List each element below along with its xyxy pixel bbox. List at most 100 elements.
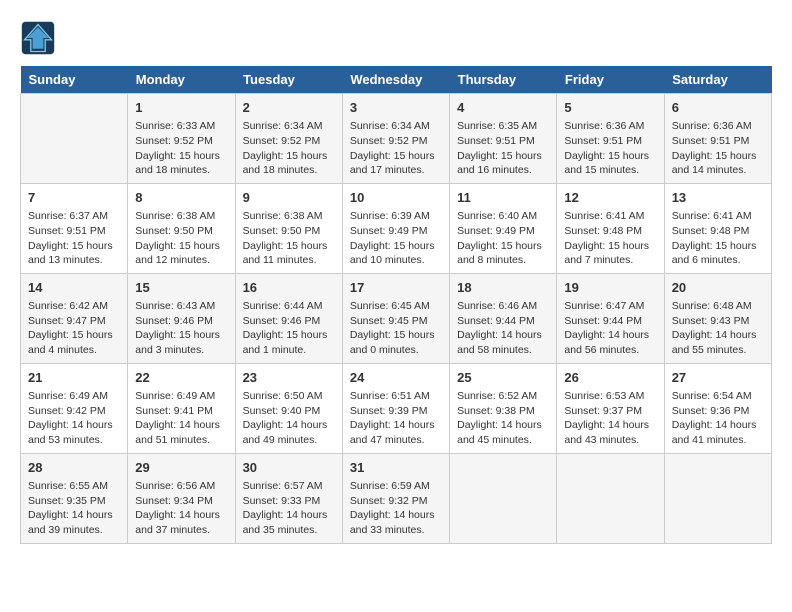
cell-content: Sunrise: 6:38 AM Sunset: 9:50 PM Dayligh… — [135, 209, 227, 268]
day-number: 30 — [243, 459, 335, 477]
cell-content: Sunrise: 6:50 AM Sunset: 9:40 PM Dayligh… — [243, 389, 335, 448]
calendar-cell: 23 Sunrise: 6:50 AM Sunset: 9:40 PM Dayli… — [235, 363, 342, 453]
logo — [20, 20, 62, 56]
day-number: 16 — [243, 279, 335, 297]
calendar-week-row: 21 Sunrise: 6:49 AM Sunset: 9:42 PM Dayli… — [21, 363, 772, 453]
day-number: 1 — [135, 99, 227, 117]
day-number: 17 — [350, 279, 442, 297]
calendar-cell: 30 Sunrise: 6:57 AM Sunset: 9:33 PM Dayli… — [235, 453, 342, 543]
cell-content: Sunrise: 6:44 AM Sunset: 9:46 PM Dayligh… — [243, 299, 335, 358]
calendar-cell: 20 Sunrise: 6:48 AM Sunset: 9:43 PM Dayli… — [664, 273, 771, 363]
day-number: 8 — [135, 189, 227, 207]
cell-content: Sunrise: 6:49 AM Sunset: 9:41 PM Dayligh… — [135, 389, 227, 448]
calendar-cell — [21, 94, 128, 184]
cell-content: Sunrise: 6:59 AM Sunset: 9:32 PM Dayligh… — [350, 479, 442, 538]
day-number: 3 — [350, 99, 442, 117]
day-header-tuesday: Tuesday — [235, 66, 342, 94]
day-number: 22 — [135, 369, 227, 387]
calendar-table: SundayMondayTuesdayWednesdayThursdayFrid… — [20, 66, 772, 544]
cell-content: Sunrise: 6:40 AM Sunset: 9:49 PM Dayligh… — [457, 209, 549, 268]
cell-content: Sunrise: 6:53 AM Sunset: 9:37 PM Dayligh… — [564, 389, 656, 448]
day-number: 4 — [457, 99, 549, 117]
cell-content: Sunrise: 6:41 AM Sunset: 9:48 PM Dayligh… — [564, 209, 656, 268]
calendar-cell: 9Sunrise: 6:38 AM Sunset: 9:50 PM Daylig… — [235, 183, 342, 273]
calendar-week-row: 14 Sunrise: 6:42 AM Sunset: 9:47 PM Dayli… — [21, 273, 772, 363]
calendar-cell — [557, 453, 664, 543]
day-number: 6 — [672, 99, 764, 117]
calendar-cell: 7 Sunrise: 6:37 AM Sunset: 9:51 PM Daylig… — [21, 183, 128, 273]
calendar-cell: 12 Sunrise: 6:41 AM Sunset: 9:48 PM Dayli… — [557, 183, 664, 273]
cell-content: Sunrise: 6:37 AM Sunset: 9:51 PM Dayligh… — [28, 209, 120, 268]
cell-content: Sunrise: 6:36 AM Sunset: 9:51 PM Dayligh… — [564, 119, 656, 178]
day-number: 19 — [564, 279, 656, 297]
day-number: 21 — [28, 369, 120, 387]
calendar-cell: 4 Sunrise: 6:35 AM Sunset: 9:51 PM Daylig… — [450, 94, 557, 184]
calendar-cell: 11 Sunrise: 6:40 AM Sunset: 9:49 PM Dayli… — [450, 183, 557, 273]
day-number: 25 — [457, 369, 549, 387]
calendar-cell: 5Sunrise: 6:36 AM Sunset: 9:51 PM Daylig… — [557, 94, 664, 184]
day-header-saturday: Saturday — [664, 66, 771, 94]
cell-content: Sunrise: 6:54 AM Sunset: 9:36 PM Dayligh… — [672, 389, 764, 448]
cell-content: Sunrise: 6:49 AM Sunset: 9:42 PM Dayligh… — [28, 389, 120, 448]
cell-content: Sunrise: 6:51 AM Sunset: 9:39 PM Dayligh… — [350, 389, 442, 448]
calendar-cell: 1 Sunrise: 6:33 AM Sunset: 9:52 PM Daylig… — [128, 94, 235, 184]
cell-content: Sunrise: 6:35 AM Sunset: 9:51 PM Dayligh… — [457, 119, 549, 178]
calendar-cell: 29Sunrise: 6:56 AM Sunset: 9:34 PM Dayli… — [128, 453, 235, 543]
day-header-thursday: Thursday — [450, 66, 557, 94]
day-number: 11 — [457, 189, 549, 207]
calendar-cell: 13 Sunrise: 6:41 AM Sunset: 9:48 PM Dayli… — [664, 183, 771, 273]
cell-content: Sunrise: 6:57 AM Sunset: 9:33 PM Dayligh… — [243, 479, 335, 538]
day-number: 12 — [564, 189, 656, 207]
calendar-week-row: 28 Sunrise: 6:55 AM Sunset: 9:35 PM Dayli… — [21, 453, 772, 543]
cell-content: Sunrise: 6:36 AM Sunset: 9:51 PM Dayligh… — [672, 119, 764, 178]
calendar-cell: 28 Sunrise: 6:55 AM Sunset: 9:35 PM Dayli… — [21, 453, 128, 543]
cell-content: Sunrise: 6:34 AM Sunset: 9:52 PM Dayligh… — [243, 119, 335, 178]
day-number: 14 — [28, 279, 120, 297]
day-number: 13 — [672, 189, 764, 207]
calendar-cell: 16 Sunrise: 6:44 AM Sunset: 9:46 PM Dayli… — [235, 273, 342, 363]
day-header-monday: Monday — [128, 66, 235, 94]
day-number: 2 — [243, 99, 335, 117]
day-number: 28 — [28, 459, 120, 477]
cell-content: Sunrise: 6:39 AM Sunset: 9:49 PM Dayligh… — [350, 209, 442, 268]
logo-icon — [20, 20, 56, 56]
calendar-cell: 8 Sunrise: 6:38 AM Sunset: 9:50 PM Daylig… — [128, 183, 235, 273]
calendar-cell: 22 Sunrise: 6:49 AM Sunset: 9:41 PM Dayli… — [128, 363, 235, 453]
calendar-cell: 24 Sunrise: 6:51 AM Sunset: 9:39 PM Dayli… — [342, 363, 449, 453]
day-number: 18 — [457, 279, 549, 297]
day-number: 24 — [350, 369, 442, 387]
day-number: 7 — [28, 189, 120, 207]
calendar-cell: 31 Sunrise: 6:59 AM Sunset: 9:32 PM Dayli… — [342, 453, 449, 543]
cell-content: Sunrise: 6:56 AM Sunset: 9:34 PM Dayligh… — [135, 479, 227, 538]
calendar-cell: 6 Sunrise: 6:36 AM Sunset: 9:51 PM Daylig… — [664, 94, 771, 184]
day-header-wednesday: Wednesday — [342, 66, 449, 94]
cell-content: Sunrise: 6:42 AM Sunset: 9:47 PM Dayligh… — [28, 299, 120, 358]
cell-content: Sunrise: 6:34 AM Sunset: 9:52 PM Dayligh… — [350, 119, 442, 178]
cell-content: Sunrise: 6:47 AM Sunset: 9:44 PM Dayligh… — [564, 299, 656, 358]
cell-content: Sunrise: 6:38 AM Sunset: 9:50 PM Dayligh… — [243, 209, 335, 268]
cell-content: Sunrise: 6:41 AM Sunset: 9:48 PM Dayligh… — [672, 209, 764, 268]
day-number: 31 — [350, 459, 442, 477]
day-header-friday: Friday — [557, 66, 664, 94]
day-number: 23 — [243, 369, 335, 387]
calendar-cell: 14 Sunrise: 6:42 AM Sunset: 9:47 PM Dayli… — [21, 273, 128, 363]
calendar-cell: 27Sunrise: 6:54 AM Sunset: 9:36 PM Dayli… — [664, 363, 771, 453]
calendar-header-row: SundayMondayTuesdayWednesdayThursdayFrid… — [21, 66, 772, 94]
cell-content: Sunrise: 6:45 AM Sunset: 9:45 PM Dayligh… — [350, 299, 442, 358]
calendar-cell: 2 Sunrise: 6:34 AM Sunset: 9:52 PM Daylig… — [235, 94, 342, 184]
calendar-cell: 3 Sunrise: 6:34 AM Sunset: 9:52 PM Daylig… — [342, 94, 449, 184]
cell-content: Sunrise: 6:48 AM Sunset: 9:43 PM Dayligh… — [672, 299, 764, 358]
cell-content: Sunrise: 6:55 AM Sunset: 9:35 PM Dayligh… — [28, 479, 120, 538]
calendar-cell: 10Sunrise: 6:39 AM Sunset: 9:49 PM Dayli… — [342, 183, 449, 273]
calendar-cell: 19 Sunrise: 6:47 AM Sunset: 9:44 PM Dayli… — [557, 273, 664, 363]
day-number: 20 — [672, 279, 764, 297]
cell-content: Sunrise: 6:52 AM Sunset: 9:38 PM Dayligh… — [457, 389, 549, 448]
day-header-sunday: Sunday — [21, 66, 128, 94]
calendar-cell: 17 Sunrise: 6:45 AM Sunset: 9:45 PM Dayli… — [342, 273, 449, 363]
cell-content: Sunrise: 6:46 AM Sunset: 9:44 PM Dayligh… — [457, 299, 549, 358]
cell-content: Sunrise: 6:33 AM Sunset: 9:52 PM Dayligh… — [135, 119, 227, 178]
calendar-week-row: 7 Sunrise: 6:37 AM Sunset: 9:51 PM Daylig… — [21, 183, 772, 273]
day-number: 15 — [135, 279, 227, 297]
calendar-cell: 15Sunrise: 6:43 AM Sunset: 9:46 PM Dayli… — [128, 273, 235, 363]
calendar-cell: 18 Sunrise: 6:46 AM Sunset: 9:44 PM Dayli… — [450, 273, 557, 363]
